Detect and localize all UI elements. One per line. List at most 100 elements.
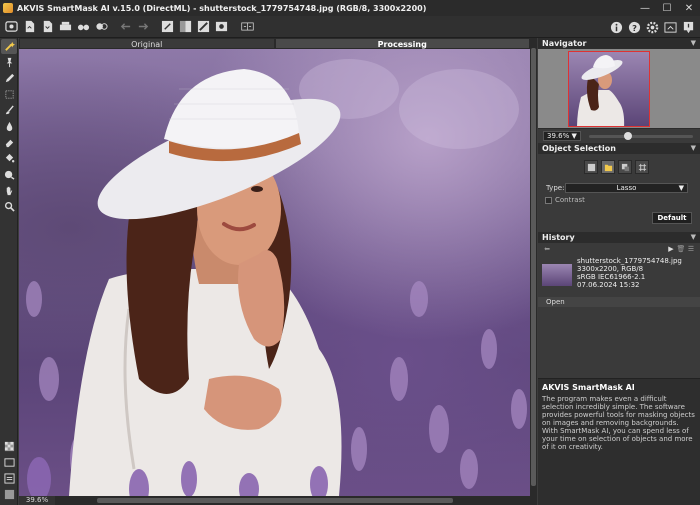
- window-controls: — ☐ ✕: [634, 0, 700, 16]
- notification-icon: [683, 21, 693, 33]
- navigator-header[interactable]: Navigator ▼: [538, 38, 700, 49]
- navigator-preview[interactable]: [538, 49, 700, 129]
- vertical-scroll-thumb[interactable]: [531, 48, 536, 486]
- split-view-button[interactable]: [237, 19, 257, 35]
- tool-drop[interactable]: [1, 119, 17, 134]
- toggle-button[interactable]: [93, 19, 109, 35]
- tab-processing[interactable]: Processing: [274, 38, 530, 49]
- navigator-zoom-row: 39.6% ▼: [538, 129, 700, 143]
- type-label: Type:: [546, 184, 565, 192]
- title-bar: AKVIS SmartMask AI v.15.0 (DirectML) - s…: [0, 0, 700, 16]
- tab-original[interactable]: Original: [19, 38, 275, 49]
- image-canvas[interactable]: [19, 49, 530, 496]
- tool-frame[interactable]: [1, 455, 17, 470]
- zoom-slider-knob[interactable]: [623, 131, 632, 140]
- info-icon: [610, 21, 622, 33]
- subtract-icon: [621, 163, 629, 171]
- help-button[interactable]: ?: [626, 19, 642, 35]
- mode-grid[interactable]: [635, 160, 649, 174]
- tool-swap[interactable]: [1, 471, 17, 486]
- undo-button[interactable]: [117, 19, 133, 35]
- horizontal-scroll-thumb[interactable]: [97, 498, 453, 503]
- collapse-icon[interactable]: ▼: [691, 143, 696, 154]
- tool-checkerboard[interactable]: [1, 439, 17, 454]
- settings-button[interactable]: [644, 19, 660, 35]
- compare-icon: [179, 20, 191, 33]
- tool-rect-select[interactable]: [1, 87, 17, 102]
- notification-button[interactable]: [680, 19, 696, 35]
- object-selection-title: Object Selection: [542, 144, 616, 153]
- history-delete-button[interactable]: 🗑: [676, 244, 686, 254]
- photo-icon: [215, 21, 227, 32]
- tool-bucket[interactable]: [1, 151, 17, 166]
- cursor-pair-button[interactable]: [75, 19, 91, 35]
- mask-button[interactable]: [195, 19, 211, 35]
- object-selection-header[interactable]: Object Selection ▼: [538, 143, 700, 154]
- tool-pencil[interactable]: [1, 71, 17, 86]
- navigator-title: Navigator: [542, 39, 587, 48]
- collapse-icon[interactable]: ▼: [691, 38, 696, 49]
- gear-icon: [646, 21, 658, 33]
- swap-icon: [3, 473, 15, 484]
- mode-subtract-selection[interactable]: [618, 160, 632, 174]
- history-menu-button[interactable]: ☰: [686, 244, 696, 254]
- bucket-icon: [5, 153, 14, 163]
- navigator-thumbnail[interactable]: [568, 51, 650, 127]
- photo-button[interactable]: [213, 19, 229, 35]
- home-icon: [4, 21, 18, 32]
- default-button[interactable]: Default: [652, 212, 692, 224]
- tool-color[interactable]: [1, 487, 17, 502]
- collapse-icon[interactable]: ▼: [691, 232, 696, 243]
- history-open-item[interactable]: Open: [538, 297, 700, 307]
- tool-pin[interactable]: [1, 55, 17, 70]
- chevron-down-icon: ▼: [678, 184, 684, 192]
- magic-eraser-icon: [4, 170, 14, 180]
- tool-brush[interactable]: [1, 103, 17, 118]
- rect-select-icon: [4, 90, 14, 99]
- redo-button[interactable]: [135, 19, 151, 35]
- contrast-checkbox[interactable]: Contrast: [545, 196, 585, 204]
- print-button[interactable]: [57, 19, 73, 35]
- history-back-button[interactable]: ⬅: [542, 244, 552, 254]
- history-item[interactable]: shutterstock_1779754748.jpg 3300x2200, R…: [538, 255, 700, 295]
- share-button[interactable]: [662, 19, 678, 35]
- tool-zoom[interactable]: [1, 199, 17, 214]
- right-panel: Navigator ▼ 39.6% ▼ Object Selection ▼ Typ…: [538, 38, 700, 505]
- open-file-button[interactable]: [21, 19, 37, 35]
- status-zoom: 39.6%: [19, 496, 55, 505]
- tool-magic-eraser[interactable]: [1, 167, 17, 182]
- type-value: Lasso: [616, 184, 637, 192]
- horizontal-scrollbar[interactable]: 39.6%: [19, 496, 537, 505]
- tool-smart-brush[interactable]: [1, 39, 17, 54]
- maximize-button[interactable]: ☐: [656, 0, 678, 16]
- zoom-slider[interactable]: [589, 131, 693, 140]
- history-header[interactable]: History ▼: [538, 232, 700, 243]
- minimize-button[interactable]: —: [634, 0, 656, 16]
- toggle-icon: [95, 23, 108, 30]
- checkerboard-icon: [4, 441, 14, 452]
- history-title: History: [542, 233, 575, 242]
- magic-wand-icon: [4, 41, 15, 51]
- zoom-dropdown[interactable]: 39.6% ▼: [543, 131, 581, 141]
- drop-icon: [6, 121, 12, 132]
- type-dropdown[interactable]: Lasso ▼: [565, 183, 688, 193]
- mode-new-selection[interactable]: [584, 160, 598, 174]
- close-button[interactable]: ✕: [678, 0, 700, 16]
- save-file-button[interactable]: [39, 19, 55, 35]
- tool-eraser[interactable]: [1, 135, 17, 150]
- checkbox-box[interactable]: [545, 196, 552, 204]
- redo-icon: [138, 23, 148, 30]
- home-button[interactable]: [3, 19, 19, 35]
- info-button[interactable]: [608, 19, 624, 35]
- vertical-scrollbar[interactable]: [530, 38, 537, 496]
- compare-button[interactable]: [177, 19, 193, 35]
- mode-add-selection[interactable]: [601, 160, 615, 174]
- tool-hand[interactable]: [1, 183, 17, 198]
- object-selection-body: Type: Lasso ▼ Contrast Default: [538, 154, 700, 232]
- square-icon: [587, 163, 595, 171]
- color-swatch-icon: [4, 489, 14, 500]
- info-panel: AKVIS SmartMask AI The program makes eve…: [538, 378, 700, 505]
- run-button[interactable]: [159, 19, 175, 35]
- history-play-button[interactable]: ▶: [666, 244, 676, 254]
- contrast-label: Contrast: [555, 196, 585, 204]
